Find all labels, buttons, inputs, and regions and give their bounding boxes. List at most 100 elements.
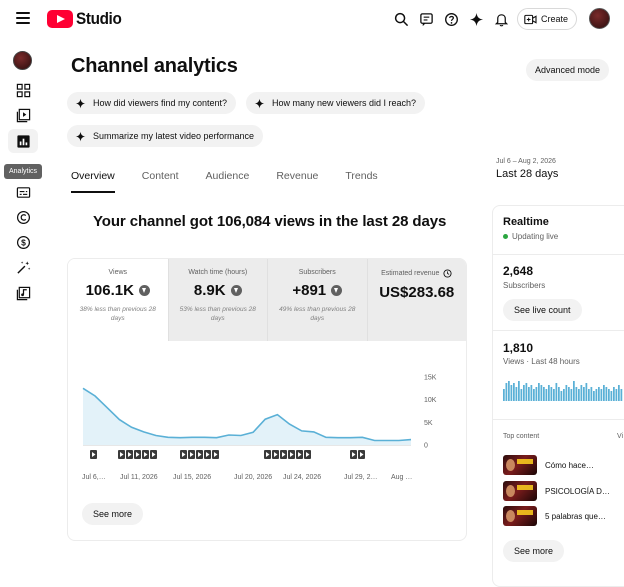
- feedback-icon[interactable]: [415, 8, 437, 30]
- top-content-views-header: Vi: [617, 433, 624, 440]
- realtime-bar: [503, 389, 505, 401]
- copyright-icon[interactable]: [13, 207, 33, 227]
- x-tick-label: Jul 29, 2…: [344, 474, 377, 481]
- metric-watch-time[interactable]: Watch time (hours) 8.9K 53% less than pr…: [167, 259, 267, 341]
- realtime-bar: [540, 385, 543, 401]
- video-title: 5 palabras que…: [545, 511, 606, 521]
- create-button[interactable]: Create: [517, 8, 578, 30]
- sparkle-icon: [75, 131, 86, 141]
- realtime-bar: [598, 387, 600, 401]
- metric-value: 8.9K: [193, 282, 226, 299]
- metric-views[interactable]: Views 106.1K 38% less than previous 28 d…: [68, 259, 168, 341]
- top-content-item[interactable]: Cómo hace…: [503, 455, 594, 475]
- top-content-item[interactable]: PSICOLOGÍA D…: [503, 481, 610, 501]
- date-range-label[interactable]: Last 28 days: [496, 168, 558, 180]
- metric-subscribers[interactable]: Subscribers +891 49% less than previous …: [267, 259, 367, 341]
- studio-logo[interactable]: Studio: [47, 9, 126, 29]
- y-tick-label: 0: [424, 443, 428, 450]
- sparkle-icon: [75, 98, 86, 108]
- realtime-bar: [590, 387, 593, 401]
- realtime-bar: [603, 385, 605, 401]
- realtime-bar: [580, 385, 583, 401]
- realtime-subscribers-label: Subscribers: [503, 281, 546, 290]
- tab-revenue[interactable]: Revenue: [276, 170, 318, 193]
- trend-down-icon: [331, 285, 343, 296]
- realtime-bar: [508, 381, 510, 401]
- audio-library-icon[interactable]: [13, 283, 33, 303]
- realtime-bar: [555, 383, 558, 401]
- see-more-button[interactable]: See more: [82, 503, 144, 525]
- metric-note: 38% less than previous 28 days: [79, 306, 156, 322]
- suggestion-chip-summary[interactable]: Summarize my latest video performance: [67, 125, 264, 147]
- channel-avatar[interactable]: [13, 51, 32, 70]
- sparkle-icon[interactable]: [465, 8, 487, 30]
- chart-area-fill: [83, 388, 411, 445]
- account-avatar[interactable]: [589, 8, 610, 29]
- realtime-bar: [510, 385, 513, 401]
- realtime-views-value: 1,810: [503, 341, 534, 355]
- video-title: PSICOLOGÍA D…: [545, 486, 610, 496]
- menu-icon[interactable]: [16, 12, 30, 24]
- top-content-item[interactable]: 5 palabras que…: [503, 506, 606, 526]
- realtime-bar: [613, 387, 615, 401]
- suggestion-chip-label: How many new viewers did I reach?: [272, 98, 417, 108]
- realtime-bar: [595, 389, 598, 401]
- realtime-bar-chart[interactable]: [493, 373, 624, 403]
- advanced-mode-button[interactable]: Advanced mode: [526, 59, 610, 81]
- realtime-bar: [618, 385, 620, 401]
- realtime-views-label: Views · Last 48 hours: [503, 357, 580, 366]
- x-tick-label: Jul 15, 2026: [173, 474, 211, 481]
- tab-content[interactable]: Content: [142, 170, 179, 193]
- header-actions: [390, 8, 515, 30]
- realtime-bar: [605, 387, 608, 401]
- customization-icon[interactable]: [13, 257, 33, 277]
- y-tick-label: 10K: [424, 397, 437, 404]
- analytics-icon[interactable]: [13, 131, 33, 151]
- realtime-bar: [505, 383, 508, 401]
- realtime-bar: [583, 387, 585, 401]
- see-live-count-button[interactable]: See live count: [503, 299, 582, 321]
- realtime-see-more-button[interactable]: See more: [503, 540, 565, 562]
- realtime-bar: [530, 385, 533, 401]
- realtime-status: Updating live: [503, 232, 558, 241]
- suggestion-chip-new-viewers[interactable]: How many new viewers did I reach?: [246, 92, 426, 114]
- search-icon[interactable]: [390, 8, 412, 30]
- tab-trends[interactable]: Trends: [345, 170, 377, 193]
- subtitles-icon[interactable]: [13, 182, 33, 202]
- date-range[interactable]: Jul 6 – Aug 2, 2026: [496, 158, 556, 165]
- metric-tabs: Views 106.1K 38% less than previous 28 d…: [68, 259, 466, 341]
- tab-overview[interactable]: Overview: [71, 170, 115, 193]
- tab-audience[interactable]: Audience: [206, 170, 250, 193]
- realtime-bar: [578, 389, 580, 401]
- realtime-bar: [585, 383, 588, 401]
- overview-card: Views 106.1K 38% less than previous 28 d…: [67, 258, 467, 541]
- page-title: Channel analytics: [71, 55, 238, 77]
- earn-icon[interactable]: $: [13, 232, 33, 252]
- content-icon[interactable]: [13, 105, 33, 125]
- help-icon[interactable]: [440, 8, 462, 30]
- realtime-status-label: Updating live: [512, 232, 559, 241]
- realtime-bar: [548, 385, 550, 401]
- divider: [493, 419, 624, 420]
- notifications-icon[interactable]: [490, 8, 512, 30]
- realtime-bar: [575, 387, 578, 401]
- x-tick-label: Jul 11, 2026: [120, 474, 158, 481]
- analytics-tooltip: Analytics: [4, 164, 43, 179]
- metric-value: +891: [292, 282, 327, 299]
- metric-revenue[interactable]: Estimated revenue US$283.68: [366, 259, 466, 341]
- sidebar: Analytics $: [0, 38, 46, 587]
- y-tick-label: 15K: [424, 375, 437, 382]
- dashboard-icon[interactable]: [13, 80, 33, 100]
- svg-text:$: $: [21, 237, 26, 247]
- youtube-play-icon: [47, 10, 73, 28]
- realtime-bar: [588, 389, 590, 401]
- metric-note: 49% less than previous 28 days: [279, 306, 356, 322]
- realtime-bar: [563, 389, 565, 401]
- metric-value: 106.1K: [85, 282, 134, 299]
- views-chart[interactable]: 15K 10K 5K 0 Jul 6,… Jul 11, 2026 Jul 15, 2026…: [68, 367, 466, 517]
- metric-label: Views: [108, 269, 128, 276]
- video-thumbnail: [503, 481, 537, 501]
- realtime-bar: [525, 383, 528, 401]
- create-button-label: Create: [541, 14, 569, 24]
- suggestion-chip-traffic[interactable]: How did viewers find my content?: [67, 92, 237, 114]
